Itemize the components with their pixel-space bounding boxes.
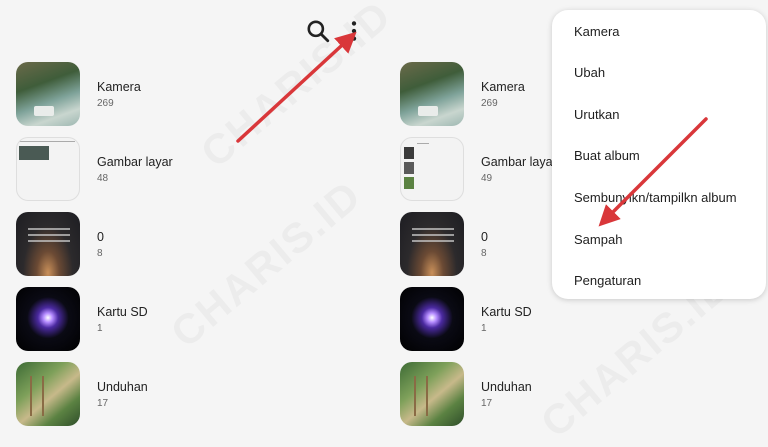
menu-item-sampah[interactable]: Sampah [574, 230, 622, 250]
album-item[interactable]: 0 8 [16, 212, 376, 276]
album-item[interactable]: Unduhan 17 [400, 362, 760, 426]
album-thumbnail [400, 287, 464, 351]
album-count: 8 [97, 248, 103, 259]
album-count: 8 [481, 248, 487, 259]
search-icon[interactable] [305, 18, 331, 44]
album-thumbnail [400, 212, 464, 276]
album-thumbnail [400, 137, 464, 201]
album-name: Gambar layar [97, 155, 173, 169]
album-name: Kamera [97, 80, 141, 94]
album-thumbnail [16, 137, 80, 201]
album-name: Gambar layar [481, 155, 557, 169]
gallery-albums-pane: Kamera 269 Gambar layar 48 0 8 Kartu SD … [0, 0, 384, 432]
album-count: 48 [97, 173, 109, 184]
album-thumbnail [16, 212, 80, 276]
album-thumbnail [400, 62, 464, 126]
album-count: 1 [97, 323, 103, 334]
album-count: 269 [97, 98, 114, 109]
album-name: Kartu SD [97, 305, 148, 319]
menu-item-kamera[interactable]: Kamera [574, 22, 620, 42]
album-name: Unduhan [481, 380, 532, 394]
menu-item-hide-show-album[interactable]: Sembunyikn/tampilkn album [574, 188, 737, 208]
album-thumbnail [16, 362, 80, 426]
album-item[interactable]: Kamera 269 [16, 62, 376, 126]
album-name: 0 [97, 230, 104, 244]
album-count: 49 [481, 173, 493, 184]
more-vert-icon[interactable] [341, 18, 367, 44]
album-name: Unduhan [97, 380, 148, 394]
album-item[interactable]: Gambar layar 48 [16, 137, 376, 201]
album-thumbnail [16, 287, 80, 351]
album-name: Kamera [481, 80, 525, 94]
album-name: 0 [481, 230, 488, 244]
album-thumbnail [400, 362, 464, 426]
menu-item-urutkan[interactable]: Urutkan [574, 105, 620, 125]
album-count: 17 [97, 398, 109, 409]
menu-item-buat-album[interactable]: Buat album [574, 146, 640, 166]
album-count: 1 [481, 323, 487, 334]
album-count: 269 [481, 98, 498, 109]
menu-item-ubah[interactable]: Ubah [574, 63, 605, 83]
album-thumbnail [16, 62, 80, 126]
overflow-menu: Kamera Ubah Urutkan Buat album Sembunyik… [552, 10, 766, 299]
album-name: Kartu SD [481, 305, 532, 319]
menu-item-pengaturan[interactable]: Pengaturan [574, 271, 641, 291]
album-item[interactable]: Kartu SD 1 [16, 287, 376, 351]
album-count: 17 [481, 398, 493, 409]
album-item[interactable]: Unduhan 17 [16, 362, 376, 426]
